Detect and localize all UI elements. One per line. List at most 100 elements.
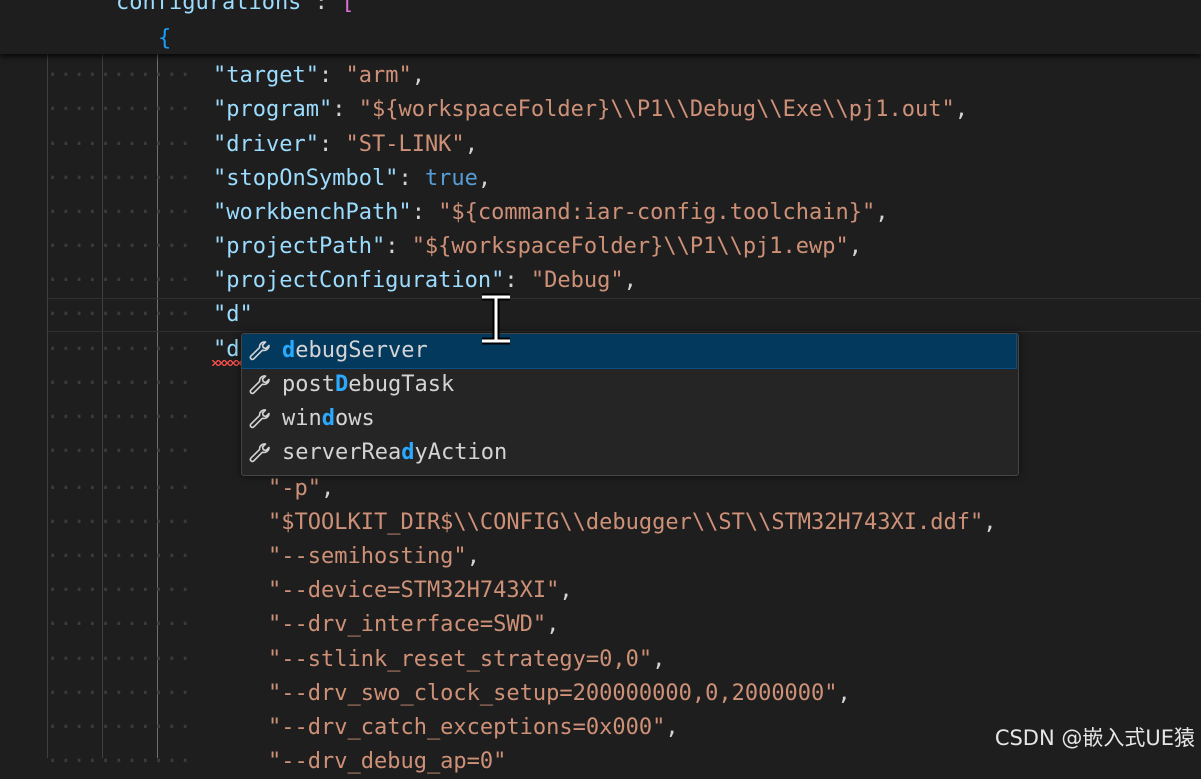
- array-punctuation: ,: [466, 544, 480, 569]
- wrench-icon: [248, 441, 272, 465]
- json-key: "program": [213, 97, 333, 122]
- array-string: "--drv_catch_exceptions=0x000": [268, 715, 666, 740]
- json-value: "Debug": [530, 268, 624, 293]
- json-punctuation: ,: [848, 234, 863, 259]
- whitespace-dots: ···········: [46, 234, 192, 259]
- array-line[interactable]: "$TOOLKIT_DIR$\\CONFIG\\debugger\\ST\\ST…: [268, 506, 997, 540]
- whitespace-dots: ···········: [46, 715, 192, 740]
- autocomplete-suggest-widget[interactable]: debugServer postDebugTask windows serverRea…: [241, 333, 1019, 476]
- open-bracket: [: [341, 0, 355, 15]
- whitespace-dots: ···········: [46, 302, 192, 327]
- whitespace-dots: ···········: [46, 476, 192, 501]
- suggestion-match-highlight: d: [321, 406, 335, 431]
- json-key: "workbenchPath": [213, 200, 412, 225]
- suggestion-label-suffix: ebugServer: [295, 338, 428, 363]
- array-punctuation: ,: [983, 510, 997, 535]
- whitespace-dots: ···········: [46, 681, 192, 706]
- array-line[interactable]: "--drv_swo_clock_setup=200000000,0,20000…: [268, 677, 851, 711]
- json-key: "projectConfiguration": [213, 268, 505, 293]
- code-line[interactable]: "program": "${workspaceFolder}\\P1\\Debu…: [213, 93, 968, 127]
- array-punctuation: ,: [546, 612, 560, 637]
- json-punctuation: ,: [411, 63, 425, 88]
- sticky-scroll-header[interactable]: configurations : [ {: [0, 0, 1201, 54]
- whitespace-dots: ···········: [46, 63, 192, 88]
- whitespace-dots: ···········: [46, 612, 192, 637]
- json-value: "${command:iar-config.toolchain}": [438, 200, 876, 225]
- json-punctuation: ,: [875, 200, 889, 225]
- array-punctuation: ,: [837, 681, 851, 706]
- suggestion-label-prefix: post: [282, 372, 335, 397]
- whitespace-dots: ···········: [46, 749, 192, 774]
- array-string: "--drv_swo_clock_setup=200000000,0,20000…: [268, 681, 838, 706]
- suggestion-label-prefix: serverRea: [282, 440, 402, 465]
- array-punctuation: ,: [320, 476, 335, 501]
- array-line[interactable]: "--device=STM32H743XI",: [268, 574, 573, 608]
- json-separator: :: [398, 166, 425, 191]
- whitespace-dots: ···········: [46, 268, 192, 293]
- whitespace-dots: ···········: [46, 647, 192, 672]
- whitespace-dots: ···········: [46, 510, 192, 535]
- json-separator: :: [504, 268, 531, 293]
- suggestion-label: windows: [282, 402, 375, 436]
- json-punctuation: ,: [477, 166, 492, 191]
- suggestion-item[interactable]: serverReadyAction: [242, 436, 1016, 470]
- array-string: "--device=STM32H743XI": [268, 578, 560, 603]
- code-line[interactable]: "stopOnSymbol": true,: [213, 162, 491, 196]
- suggestion-label-suffix: ows: [335, 406, 375, 431]
- array-string: "$TOOLKIT_DIR$\\CONFIG\\debugger\\ST\\ST…: [268, 510, 984, 535]
- suggestion-label-suffix: ebugTask: [348, 372, 455, 397]
- array-line[interactable]: "--semihosting",: [268, 540, 480, 574]
- sticky-line-brace[interactable]: {: [158, 22, 171, 56]
- suggestion-match-highlight: D: [334, 372, 349, 397]
- code-line[interactable]: "target": "arm",: [213, 59, 425, 93]
- json-separator: :: [411, 200, 439, 225]
- whitespace-dots: ···········: [46, 578, 192, 603]
- json-value: "arm": [345, 63, 412, 88]
- json-key: "target": [213, 63, 319, 88]
- suggestion-item[interactable]: postDebugTask: [242, 368, 1016, 402]
- array-line[interactable]: "--drv_interface=SWD",: [268, 608, 559, 642]
- array-string: "-p": [268, 476, 321, 501]
- whitespace-dots: ···········: [46, 132, 192, 157]
- code-line[interactable]: "projectConfiguration": "Debug",: [213, 264, 637, 298]
- json-separator: :: [318, 132, 346, 157]
- json-key: "driver": [213, 132, 319, 157]
- code-line[interactable]: "driver": "ST-LINK",: [213, 128, 478, 162]
- configurations-sep: :: [301, 0, 342, 15]
- suggestion-label-prefix: win: [282, 406, 322, 431]
- whitespace-dots: ···········: [46, 544, 192, 569]
- suggestion-item[interactable]: debugServer: [242, 334, 1017, 369]
- json-value: "ST-LINK": [345, 132, 465, 157]
- suggestion-match-highlight: d: [282, 338, 296, 363]
- array-punctuation: ,: [665, 715, 679, 740]
- array-punctuation: ,: [559, 578, 573, 603]
- json-punctuation: ,: [623, 268, 637, 293]
- wrench-icon: [248, 373, 272, 397]
- whitespace-dots: ···········: [46, 371, 192, 396]
- whitespace-dots: ···········: [46, 405, 192, 430]
- code-line[interactable]: "workbenchPath": "${command:iar-config.t…: [213, 196, 889, 230]
- json-punctuation: ,: [954, 97, 968, 122]
- suggestion-label: serverReadyAction: [282, 436, 507, 470]
- sticky-line-configurations[interactable]: configurations : [: [116, 0, 354, 20]
- array-line[interactable]: "-p",: [268, 472, 334, 506]
- array-line[interactable]: "--stlink_reset_strategy=0,0",: [268, 643, 665, 677]
- array-string: "--stlink_reset_strategy=0,0": [268, 647, 653, 672]
- code-line[interactable]: "d": [213, 298, 253, 332]
- whitespace-dots: ···········: [46, 200, 192, 225]
- array-line[interactable]: "--drv_catch_exceptions=0x000",: [268, 711, 679, 745]
- configurations-key: configurations: [116, 0, 302, 15]
- suggestion-label: postDebugTask: [282, 368, 454, 402]
- array-string: "--drv_interface=SWD": [268, 612, 547, 637]
- text-cursor-icon: [482, 293, 510, 345]
- array-line[interactable]: "--drv_debug_ap=0": [268, 745, 506, 779]
- json-separator: :: [318, 63, 346, 88]
- json-value: "${workspaceFolder}\\P1\\pj1.ewp": [411, 234, 849, 259]
- code-line[interactable]: "projectPath": "${workspaceFolder}\\P1\\…: [213, 230, 862, 264]
- json-separator: :: [385, 234, 412, 259]
- suggestion-match-highlight: d: [401, 440, 415, 465]
- wrench-icon: [248, 339, 272, 363]
- json-separator: :: [332, 97, 359, 122]
- json-key: "stopOnSymbol": [213, 166, 399, 191]
- suggestion-item[interactable]: windows: [242, 402, 1016, 436]
